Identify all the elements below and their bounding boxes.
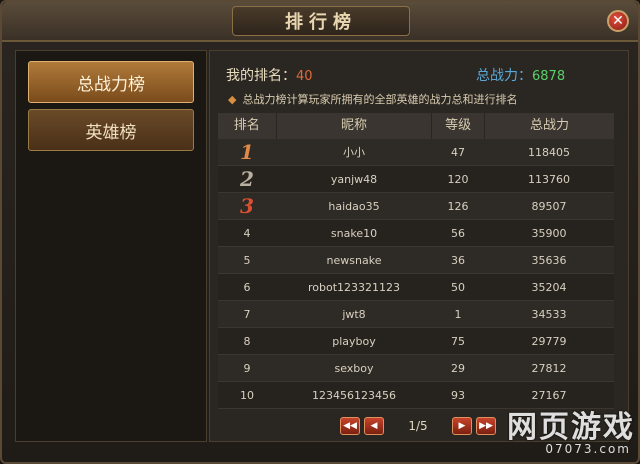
level-cell: 93 [451,388,465,402]
double-right-icon: ▶▶ [479,421,493,431]
site-watermark: 网页游戏 07073.com [507,402,637,462]
rank-cell: 6 [243,280,251,294]
last-page-button[interactable]: ▶▶ [476,417,496,435]
power-cell: 35204 [531,280,567,294]
table-row: 1 小小 47 118405 [218,139,614,166]
name-cell: jwt8 [342,307,366,321]
level-cell: 29 [451,361,465,375]
name-cell: 123456123456 [312,388,396,402]
table-body: 1 小小 47 118405 2 yanjw48 120 113760 3 haidao35 126… [218,139,614,409]
first-page-button[interactable]: ◀◀ [340,417,360,435]
diamond-icon: ◆ [228,93,237,106]
rank-cell: 5 [243,253,251,267]
power-label: 总战力： [476,68,532,84]
rank-cell: 9 [243,361,251,375]
table-row: 9 sexboy 29 27812 [218,355,614,382]
level-cell: 126 [447,199,469,213]
power-cell: 34533 [531,307,567,321]
window-title: 排行榜 [232,6,410,36]
level-cell: 47 [451,145,465,159]
power-cell: 27167 [531,388,567,402]
power-cell: 113760 [528,172,570,186]
name-cell: newsnake [326,253,382,267]
close-button[interactable]: ✕ [607,10,629,32]
header-name: 昵称 [277,113,433,139]
name-cell: sexboy [334,361,374,375]
table-row: 6 robot123321123 50 35204 [218,274,614,301]
rank-cell: 3 [240,194,254,218]
my-rank-value: 40 [296,69,313,84]
power-cell: 29779 [531,334,567,348]
rank-cell: 2 [240,167,254,191]
rank-cell: 1 [240,140,254,164]
table-row: 8 playboy 75 29779 [218,328,614,355]
table-row: 4 snake10 56 35900 [218,220,614,247]
title-bar: 排行榜 ✕ [2,2,638,42]
ranking-panel: 我的排名：40 总战力：6878 ◆ 总战力榜计算玩家所拥有的全部英雄的战力总和进… [209,50,629,442]
ranking-table: 排名 昵称 等级 总战力 1 小小 47 118405 2 yanjw48 120 11376… [218,113,614,409]
left-icon: ◀ [370,421,378,431]
tab-panel: 总战力榜 英雄榜 [15,50,207,442]
power-value: 6878 [532,69,566,84]
level-cell: 120 [447,172,469,186]
name-cell: robot123321123 [307,280,401,294]
level-cell: 56 [451,226,465,240]
rank-cell: 10 [240,388,254,402]
watermark-main: 网页游戏 [507,410,635,445]
level-cell: 36 [451,253,465,267]
my-rank-label: 我的排名： [226,68,296,84]
tab-total-power[interactable]: 总战力榜 [28,61,194,103]
my-power: 总战力：6878 [476,65,565,85]
next-page-button[interactable]: ▶ [452,417,472,435]
power-cell: 35636 [531,253,567,267]
level-cell: 50 [451,280,465,294]
name-cell: haidao35 [328,199,380,213]
power-cell: 27812 [531,361,567,375]
table-header: 排名 昵称 等级 总战力 [218,113,614,139]
table-row: 2 yanjw48 120 113760 [218,166,614,193]
power-cell: 118405 [528,145,570,159]
rank-cell: 8 [243,334,251,348]
rank-cell: 7 [243,307,251,321]
table-row: 5 newsnake 36 35636 [218,247,614,274]
power-cell: 89507 [531,199,567,213]
header-rank: 排名 [218,113,277,139]
header-power: 总战力 [529,118,569,133]
note-text: 总战力榜计算玩家所拥有的全部英雄的战力总和进行排名 [242,93,518,106]
ranking-note: ◆ 总战力榜计算玩家所拥有的全部英雄的战力总和进行排名 [228,91,517,107]
level-cell: 75 [451,334,465,348]
rank-cell: 4 [243,226,251,240]
name-cell: yanjw48 [330,172,378,186]
page-indicator: 1/5 [408,419,428,433]
prev-page-button[interactable]: ◀ [364,417,384,435]
name-cell: 小小 [343,146,365,159]
pagination: ◀◀ ◀ 1/5 ▶ ▶▶ [340,415,500,437]
leaderboard-window: 排行榜 ✕ 总战力榜 英雄榜 我的排名：40 总战力：6878 ◆ 总战力榜计算玩… [0,0,640,464]
tab-heroes[interactable]: 英雄榜 [28,109,194,151]
level-cell: 1 [454,307,462,321]
name-cell: snake10 [330,226,378,240]
power-cell: 35900 [531,226,567,240]
my-rank: 我的排名：40 [226,65,313,85]
double-left-icon: ◀◀ [343,421,357,431]
table-row: 3 haidao35 126 89507 [218,193,614,220]
header-level: 等级 [432,113,485,139]
name-cell: playboy [332,334,376,348]
right-icon: ▶ [458,421,466,431]
close-icon: ✕ [612,13,624,29]
table-row: 7 jwt8 1 34533 [218,301,614,328]
